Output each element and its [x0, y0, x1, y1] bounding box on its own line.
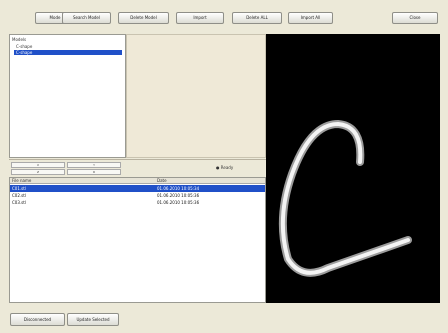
list-header: File name Date	[10, 178, 265, 184]
tab-z[interactable]: Z	[11, 169, 65, 175]
column-header-date[interactable]: Date	[157, 178, 167, 183]
c-shaped-tube-icon	[278, 120, 412, 277]
tree-node[interactable]: C-shape	[14, 44, 34, 49]
file-name-cell: C03.stl	[12, 200, 26, 205]
table-row[interactable]: C01.stl 01.06.2010 10:05:34	[10, 185, 265, 192]
file-date-cell: 01.06.2010 10:05:36	[157, 200, 200, 205]
column-header-name[interactable]: File name	[12, 178, 31, 183]
model-tree[interactable]: Models C-shape C-shape	[9, 34, 126, 158]
status-indicator: ● Ready	[216, 165, 234, 170]
tree-root-label: Models	[12, 37, 27, 42]
footer-bar: Disconnected Update Selected	[0, 305, 448, 333]
disconnected-button[interactable]: Disconnected	[10, 313, 65, 326]
delete-model-button[interactable]: Delete Model	[118, 12, 169, 24]
import-all-button[interactable]: Import All	[288, 12, 333, 24]
update-selected-button[interactable]: Update Selected	[67, 313, 119, 326]
preview-panel	[126, 34, 266, 158]
tab-r[interactable]: R	[67, 169, 121, 175]
table-row[interactable]: C02.stl 01.06.2010 10:05:36	[10, 192, 265, 199]
tab-y[interactable]: Y	[67, 162, 121, 168]
delete-all-button[interactable]: Delete ALL	[232, 12, 282, 24]
search-model-button[interactable]: Search Model	[62, 12, 111, 24]
file-name-cell: C01.stl	[12, 186, 26, 191]
file-name-cell: C02.stl	[12, 193, 26, 198]
tab-x[interactable]: X	[11, 162, 65, 168]
file-date-cell: 01.06.2010 10:05:36	[157, 193, 200, 198]
import-button[interactable]: Import	[176, 12, 224, 24]
table-row[interactable]: C03.stl 01.06.2010 10:05:36	[10, 199, 265, 206]
close-button[interactable]: Close	[392, 12, 438, 24]
3d-viewer[interactable]	[266, 34, 440, 303]
tree-node-selected[interactable]: C-shape	[14, 50, 122, 55]
file-list[interactable]: File name Date C01.stl 01.06.2010 10:05:…	[9, 177, 266, 303]
file-date-cell: 01.06.2010 10:05:34	[157, 186, 200, 191]
